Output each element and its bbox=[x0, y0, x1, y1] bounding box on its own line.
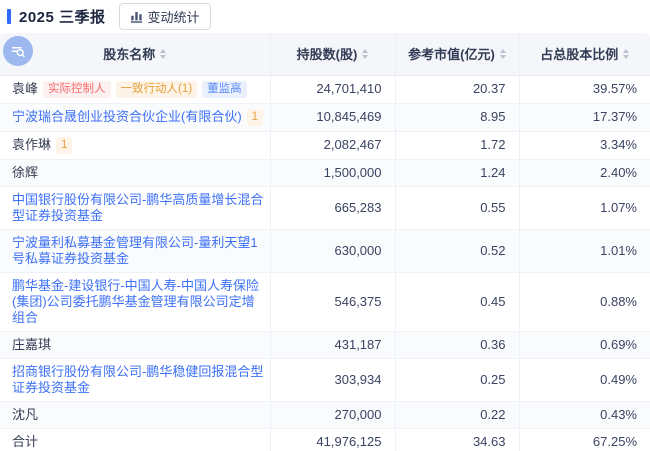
shareholder-link[interactable]: 宁波量利私募基金管理有限公司-量利天望1号私募证券投资基金 bbox=[12, 235, 258, 266]
table-row: 招商银行股份有限公司-鹏华稳健回报混合型证券投资基金303,9340.250.4… bbox=[0, 358, 650, 401]
shareholder-tag: 董监高 bbox=[202, 81, 247, 98]
column-header-ratio[interactable]: 占总股本比例 bbox=[519, 33, 650, 75]
shares-cell: 10,845,469 bbox=[270, 103, 395, 131]
sort-carets-icon[interactable] bbox=[160, 49, 166, 59]
table-total-row: 合计 41,976,12534.6367.25% bbox=[0, 428, 650, 451]
table-row: 宁波瑞合晟创业投资合伙企业(有限合伙) 1 10,845,4698.9517.37% bbox=[0, 103, 650, 131]
market-value-cell: 0.25 bbox=[395, 358, 519, 401]
shareholder-tag: 实际控制人 bbox=[43, 81, 111, 98]
shares-cell: 665,283 bbox=[270, 186, 395, 229]
column-label: 股东名称 bbox=[103, 44, 155, 63]
change-statistics-label: 变动统计 bbox=[148, 7, 200, 26]
market-value-cell: 0.55 bbox=[395, 186, 519, 229]
filter-search-icon[interactable] bbox=[3, 36, 33, 66]
shareholder-name-cell: 沈凡 bbox=[0, 401, 270, 428]
shares-cell: 41,976,125 bbox=[270, 428, 395, 451]
shareholder-link[interactable]: 中国银行股份有限公司-鹏华高质量增长混合型证券投资基金 bbox=[12, 192, 263, 223]
column-label: 占总股本比例 bbox=[540, 44, 618, 63]
table-row: 徐辉 1,500,0001.242.40% bbox=[0, 159, 650, 186]
ratio-cell: 2.40% bbox=[519, 159, 650, 186]
shareholder-name: 沈凡 bbox=[12, 407, 38, 422]
sort-carets-icon[interactable] bbox=[500, 49, 506, 59]
table-row: 中国银行股份有限公司-鹏华高质量增长混合型证券投资基金665,2830.551.… bbox=[0, 186, 650, 229]
shareholder-name-cell: 袁峰实际控制人一致行动人(1)董监高 bbox=[0, 75, 270, 103]
shares-cell: 630,000 bbox=[270, 229, 395, 272]
shareholder-name-cell: 庄嘉琪 bbox=[0, 331, 270, 358]
shareholder-link[interactable]: 鹏华基金-建设银行-中国人寿-中国人寿保险(集团)公司委托鹏华基金管理有限公司定… bbox=[12, 278, 259, 325]
shareholder-name-cell: 中国银行股份有限公司-鹏华高质量增长混合型证券投资基金 bbox=[0, 186, 270, 229]
shares-cell: 303,934 bbox=[270, 358, 395, 401]
market-value-cell: 0.45 bbox=[395, 272, 519, 331]
shareholder-name-cell: 徐辉 bbox=[0, 159, 270, 186]
shareholder-name-cell: 宁波量利私募基金管理有限公司-量利天望1号私募证券投资基金 bbox=[0, 229, 270, 272]
column-label: 持股数(股) bbox=[297, 44, 358, 63]
ratio-cell: 1.01% bbox=[519, 229, 650, 272]
shareholder-name: 袁作琳 bbox=[12, 137, 51, 152]
shareholder-tag: 1 bbox=[247, 109, 263, 126]
ratio-cell: 0.69% bbox=[519, 331, 650, 358]
shares-cell: 546,375 bbox=[270, 272, 395, 331]
table-row: 宁波量利私募基金管理有限公司-量利天望1号私募证券投资基金 630,0000.52… bbox=[0, 229, 650, 272]
market-value-cell: 0.36 bbox=[395, 331, 519, 358]
shareholder-table: 股东名称 持股数(股) 参考市值(亿元) bbox=[0, 33, 650, 451]
ratio-cell: 3.34% bbox=[519, 131, 650, 159]
shareholder-name-cell: 袁作琳 1 bbox=[0, 131, 270, 159]
market-value-cell: 0.22 bbox=[395, 401, 519, 428]
ratio-cell: 67.25% bbox=[519, 428, 650, 451]
table-header: 股东名称 持股数(股) 参考市值(亿元) bbox=[0, 33, 650, 75]
shareholder-name-cell: 鹏华基金-建设银行-中国人寿-中国人寿保险(集团)公司委托鹏华基金管理有限公司定… bbox=[0, 272, 270, 331]
shares-cell: 2,082,467 bbox=[270, 131, 395, 159]
ratio-cell: 39.57% bbox=[519, 75, 650, 103]
shares-cell: 270,000 bbox=[270, 401, 395, 428]
column-header-shares[interactable]: 持股数(股) bbox=[270, 33, 395, 75]
market-value-cell: 1.24 bbox=[395, 159, 519, 186]
report-panel: 2025 三季报 变动统计 bbox=[0, 0, 650, 451]
shareholder-tag: 一致行动人(1) bbox=[116, 81, 198, 98]
ratio-cell: 0.43% bbox=[519, 401, 650, 428]
page-title: 2025 三季报 bbox=[19, 6, 106, 27]
market-value-cell: 0.52 bbox=[395, 229, 519, 272]
shareholder-name: 袁峰 bbox=[12, 81, 38, 96]
column-header-shareholder-name[interactable]: 股东名称 bbox=[0, 33, 270, 75]
table-row: 沈凡 270,0000.220.43% bbox=[0, 401, 650, 428]
shareholder-name: 徐辉 bbox=[12, 165, 38, 180]
sort-carets-icon[interactable] bbox=[362, 49, 368, 59]
change-statistics-button[interactable]: 变动统计 bbox=[119, 3, 211, 30]
table-row: 鹏华基金-建设银行-中国人寿-中国人寿保险(集团)公司委托鹏华基金管理有限公司定… bbox=[0, 272, 650, 331]
market-value-cell: 1.72 bbox=[395, 131, 519, 159]
shareholder-name-cell: 合计 bbox=[0, 428, 270, 451]
ratio-cell: 0.88% bbox=[519, 272, 650, 331]
title-accent-bar bbox=[7, 9, 11, 24]
shares-cell: 1,500,000 bbox=[270, 159, 395, 186]
table-row: 袁峰实际控制人一致行动人(1)董监高24,701,41020.3739.57% bbox=[0, 75, 650, 103]
shareholder-name-cell: 宁波瑞合晟创业投资合伙企业(有限合伙) 1 bbox=[0, 103, 270, 131]
shareholder-table-body: 袁峰实际控制人一致行动人(1)董监高24,701,41020.3739.57%宁… bbox=[0, 75, 650, 451]
shareholder-tag: 1 bbox=[56, 137, 72, 154]
shareholder-name-cell: 招商银行股份有限公司-鹏华稳健回报混合型证券投资基金 bbox=[0, 358, 270, 401]
market-value-cell: 34.63 bbox=[395, 428, 519, 451]
ratio-cell: 17.37% bbox=[519, 103, 650, 131]
shareholder-name: 庄嘉琪 bbox=[12, 337, 51, 352]
table-row: 袁作琳 1 2,082,4671.723.34% bbox=[0, 131, 650, 159]
bar-chart-icon bbox=[130, 10, 143, 23]
table-row: 庄嘉琪 431,1870.360.69% bbox=[0, 331, 650, 358]
column-label: 参考市值(亿元) bbox=[408, 44, 495, 63]
shares-cell: 24,701,410 bbox=[270, 75, 395, 103]
report-topbar: 2025 三季报 变动统计 bbox=[0, 0, 650, 33]
shareholder-link[interactable]: 宁波瑞合晟创业投资合伙企业(有限合伙) bbox=[12, 109, 242, 124]
sort-carets-icon[interactable] bbox=[623, 49, 629, 59]
market-value-cell: 8.95 bbox=[395, 103, 519, 131]
shareholder-link[interactable]: 招商银行股份有限公司-鹏华稳健回报混合型证券投资基金 bbox=[12, 364, 263, 395]
ratio-cell: 1.07% bbox=[519, 186, 650, 229]
market-value-cell: 20.37 bbox=[395, 75, 519, 103]
column-header-market-value[interactable]: 参考市值(亿元) bbox=[395, 33, 519, 75]
shareholder-name: 合计 bbox=[12, 434, 38, 449]
ratio-cell: 0.49% bbox=[519, 358, 650, 401]
shares-cell: 431,187 bbox=[270, 331, 395, 358]
